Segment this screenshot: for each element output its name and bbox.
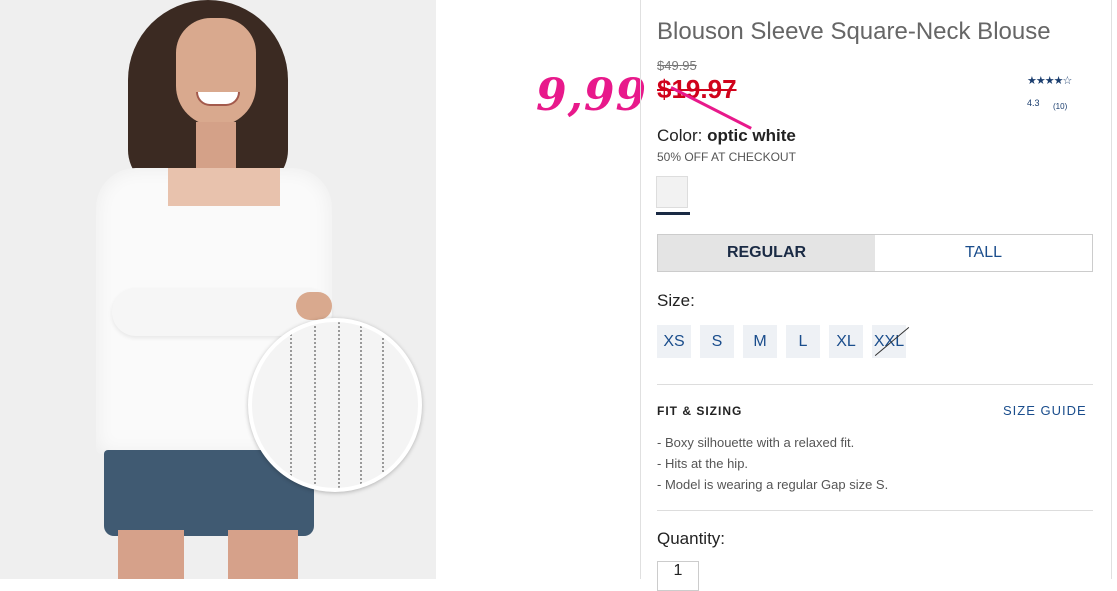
list-item: - Hits at the hip. bbox=[657, 456, 749, 471]
product-title: Blouson Sleeve Square-Neck Blouse bbox=[657, 18, 1051, 45]
color-swatch-optic-white[interactable] bbox=[656, 176, 688, 208]
color-label: Color: bbox=[657, 126, 703, 145]
size-button-m[interactable]: M bbox=[743, 325, 777, 358]
size-guide-link[interactable]: SIZE GUIDE bbox=[1003, 403, 1087, 418]
rating-value: 4.3 bbox=[1027, 98, 1040, 108]
product-details-panel: Blouson Sleeve Square-Neck Blouse $49.95… bbox=[640, 0, 1112, 591]
fit-sizing-title: FIT & SIZING bbox=[657, 404, 743, 418]
model-neck bbox=[196, 122, 236, 174]
handwritten-price-annotation: 9,99 bbox=[536, 70, 648, 121]
star-rating-icon: ★★★★☆ bbox=[1027, 75, 1072, 87]
fit-option-regular[interactable]: REGULAR bbox=[658, 235, 875, 271]
model-face bbox=[176, 18, 256, 126]
blouse-neckline bbox=[168, 168, 280, 206]
model-hand bbox=[296, 292, 332, 320]
product-image[interactable] bbox=[0, 0, 436, 579]
fabric-zoom-circle bbox=[248, 318, 422, 492]
fit-option-tall[interactable]: TALL bbox=[875, 235, 1092, 271]
list-item: - Boxy silhouette with a relaxed fit. bbox=[657, 435, 855, 450]
divider bbox=[657, 510, 1093, 511]
review-count-link[interactable]: (10) bbox=[1053, 102, 1067, 111]
size-button-xs[interactable]: XS bbox=[657, 325, 691, 358]
fit-details-list: - Boxy silhouette with a relaxed fit. - … bbox=[657, 432, 888, 495]
original-price: $49.95 bbox=[657, 58, 697, 73]
size-button-s[interactable]: S bbox=[700, 325, 734, 358]
fit-toggle: REGULAR TALL bbox=[657, 234, 1093, 272]
color-value: optic white bbox=[707, 126, 796, 145]
quantity-label: Quantity: bbox=[657, 529, 726, 548]
color-line: Color: optic white bbox=[657, 126, 796, 146]
divider bbox=[657, 384, 1093, 385]
model-leg-right bbox=[228, 530, 298, 579]
swatch-selected-indicator bbox=[656, 212, 690, 215]
size-label: Size: bbox=[657, 291, 695, 310]
promo-text: 50% OFF AT CHECKOUT bbox=[657, 150, 796, 164]
size-button-l[interactable]: L bbox=[786, 325, 820, 358]
size-selector: XS S M L XL XXL bbox=[657, 325, 906, 358]
size-button-xl[interactable]: XL bbox=[829, 325, 863, 358]
list-item: - Model is wearing a regular Gap size S. bbox=[657, 477, 889, 492]
size-button-xxl[interactable]: XXL bbox=[872, 325, 906, 358]
rating-widget[interactable]: ★★★★☆ 4.3 (10) bbox=[1027, 74, 1072, 111]
quantity-input[interactable]: 1 bbox=[657, 561, 699, 591]
model-leg-left bbox=[118, 530, 184, 579]
